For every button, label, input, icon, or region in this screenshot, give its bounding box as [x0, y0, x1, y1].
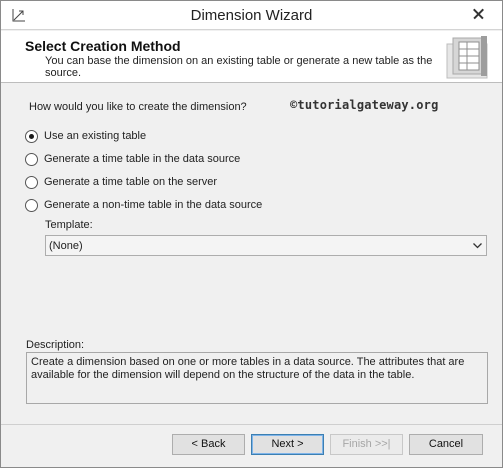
- close-icon[interactable]: [465, 4, 493, 24]
- radio-button[interactable]: [25, 198, 38, 212]
- title-bar[interactable]: Dimension Wizard: [1, 1, 502, 30]
- creation-question: How would you like to create the dimensi…: [29, 101, 247, 113]
- wizard-header: Select Creation Method You can base the …: [1, 31, 502, 83]
- dimension-graphic-icon: [446, 36, 488, 79]
- option-label: Generate a non-time table in the data so…: [44, 199, 263, 211]
- option-non-time-table-data-source[interactable]: Generate a non-time table in the data so…: [25, 197, 262, 213]
- option-label: Generate a time table on the server: [44, 176, 218, 188]
- template-selected-value: (None): [49, 240, 83, 252]
- wizard-window: Dimension Wizard Select Creation Method …: [0, 0, 503, 468]
- option-time-table-data-source[interactable]: Generate a time table in the data source: [25, 151, 240, 167]
- option-label: Use an existing table: [44, 130, 147, 142]
- wizard-footer: < Back Next > Finish >>| Cancel: [1, 424, 502, 467]
- description-text: Create a dimension based on one or more …: [26, 352, 488, 404]
- back-button[interactable]: < Back: [172, 434, 245, 455]
- radio-button[interactable]: [25, 152, 38, 166]
- page-subtitle: You can base the dimension on an existin…: [45, 55, 433, 79]
- window-title: Dimension Wizard: [190, 7, 313, 24]
- template-label: Template:: [45, 219, 93, 231]
- option-label: Generate a time table in the data source: [44, 153, 241, 165]
- radio-button[interactable]: [25, 175, 38, 189]
- next-button[interactable]: Next >: [251, 434, 324, 455]
- template-dropdown[interactable]: (None): [45, 235, 487, 256]
- page-title: Select Creation Method: [25, 38, 181, 54]
- wizard-content: How would you like to create the dimensi…: [1, 84, 502, 424]
- cancel-button[interactable]: Cancel: [409, 434, 483, 455]
- finish-button[interactable]: Finish >>|: [330, 434, 403, 455]
- option-use-existing-table[interactable]: Use an existing table: [25, 128, 146, 144]
- description-label: Description:: [26, 339, 85, 351]
- watermark-text: ©tutorialgateway.org: [290, 98, 439, 112]
- radio-button[interactable]: [25, 129, 38, 143]
- option-time-table-server[interactable]: Generate a time table on the server: [25, 174, 217, 190]
- chevron-down-icon: [473, 243, 482, 249]
